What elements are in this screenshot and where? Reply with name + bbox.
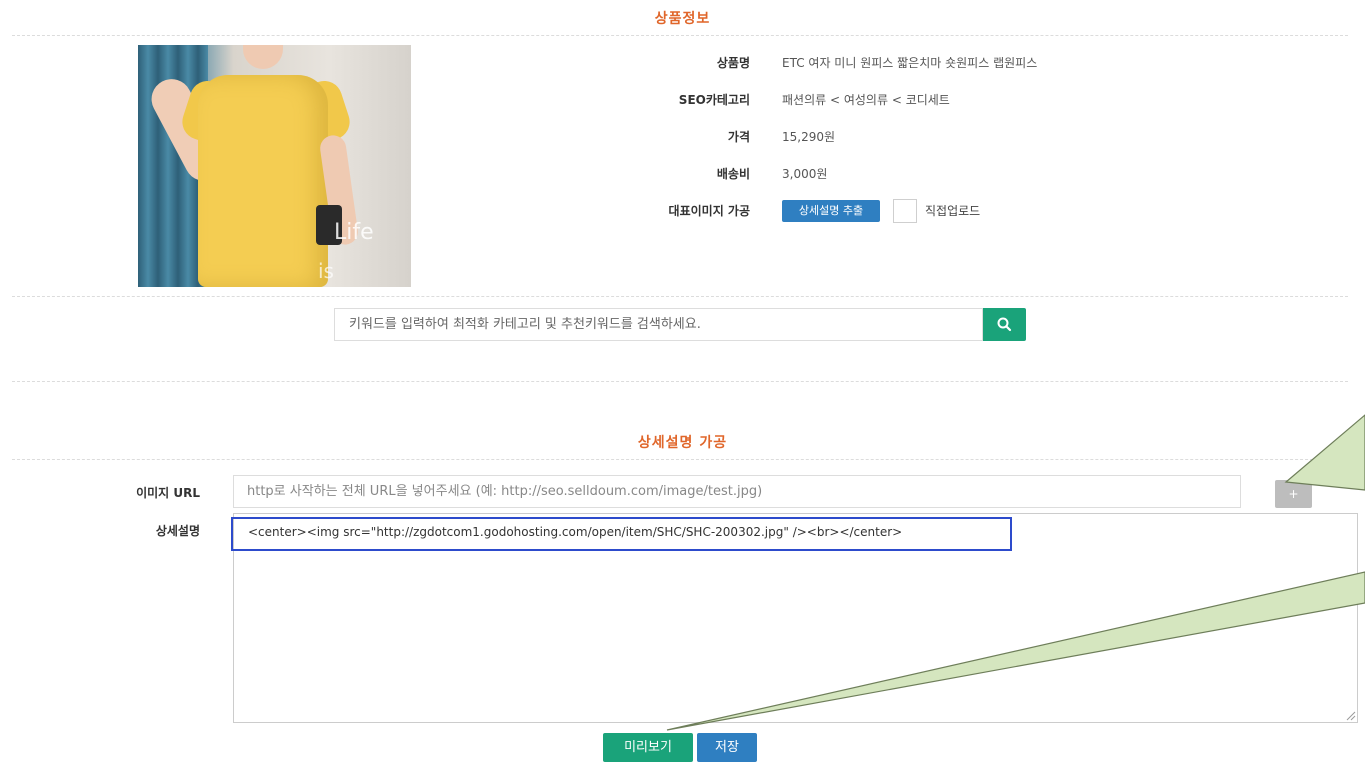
divider xyxy=(12,35,1348,36)
seo-category-label: SEO카테고리 xyxy=(678,93,750,107)
save-button[interactable]: 저장 xyxy=(697,733,757,762)
photo-watermark-text: Life xyxy=(334,220,374,245)
product-name-label: 상품명 xyxy=(716,56,750,70)
seo-category-value: 패션의류 < 여성의류 < 코디세트 xyxy=(782,93,950,107)
shipping-label: 배송비 xyxy=(716,167,750,181)
divider xyxy=(12,296,1348,297)
description-label: 상세설명 xyxy=(155,524,200,538)
rep-image-label: 대표이미지 가공 xyxy=(668,204,750,218)
product-name-value: ETC 여자 미니 원피스 짧은치마 숏원피스 랩원피스 xyxy=(782,56,1038,70)
preview-button[interactable]: 미리보기 xyxy=(603,733,693,762)
search-button[interactable] xyxy=(983,308,1026,341)
description-content: <center><img src="http://zgdotcom1.godoh… xyxy=(248,525,903,539)
direct-upload-label: 직접업로드 xyxy=(925,204,981,218)
divider xyxy=(12,459,1348,460)
product-info-title: 상품정보 xyxy=(654,11,711,27)
add-image-button[interactable]: + xyxy=(1275,480,1312,508)
dress-shape xyxy=(198,75,328,287)
keyword-search-input[interactable] xyxy=(334,308,983,341)
price-value: 15,290원 xyxy=(782,130,836,144)
image-url-label: 이미지 URL xyxy=(136,486,200,500)
resize-handle-icon[interactable] xyxy=(1344,709,1356,721)
image-url-input[interactable] xyxy=(233,475,1241,508)
price-label: 가격 xyxy=(727,130,750,144)
detail-section-title: 상세설명 가공 xyxy=(637,435,728,451)
shipping-value: 3,000원 xyxy=(782,167,828,181)
extract-description-button[interactable]: 상세설명 추출 xyxy=(782,200,880,222)
callout-pointer-plus xyxy=(1284,414,1365,491)
product-image: Life is xyxy=(138,45,411,287)
search-icon xyxy=(997,317,1012,332)
divider xyxy=(12,381,1348,382)
direct-upload-checkbox[interactable] xyxy=(893,199,917,223)
photo-watermark-text-2: is xyxy=(318,259,334,283)
